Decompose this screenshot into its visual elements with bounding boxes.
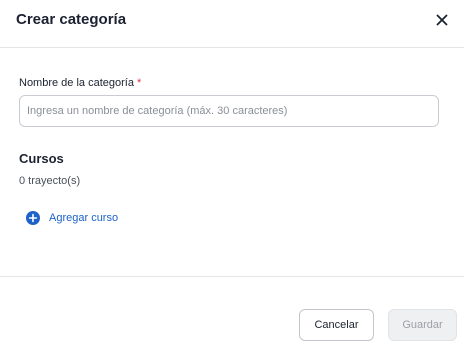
- category-name-label: Nombre de la categoría *: [19, 76, 141, 90]
- dialog-footer: Cancelar Guardar: [0, 277, 464, 349]
- category-name-label-text: Nombre de la categoría: [19, 77, 134, 89]
- close-button[interactable]: [432, 10, 452, 30]
- create-category-dialog: Crear categoría Nombre de la categoría * …: [0, 0, 464, 349]
- courses-count: 0 trayecto(s): [19, 175, 81, 187]
- cancel-button[interactable]: Cancelar: [299, 309, 374, 341]
- add-course-label: Agregar curso: [49, 212, 119, 224]
- dialog-body: Nombre de la categoría* Cursos 0 trayect…: [0, 48, 464, 277]
- close-icon: [436, 14, 448, 26]
- plus-circle-icon: [26, 211, 40, 225]
- dialog-header: Crear categoría: [0, 0, 464, 48]
- required-mark: *: [136, 77, 142, 89]
- category-name-input[interactable]: [19, 95, 439, 127]
- add-course-button[interactable]: Agregar curso: [26, 210, 118, 226]
- dialog-title: Crear categoría: [16, 11, 127, 28]
- save-button[interactable]: Guardar: [388, 309, 457, 341]
- courses-section-title: Cursos: [19, 151, 64, 166]
